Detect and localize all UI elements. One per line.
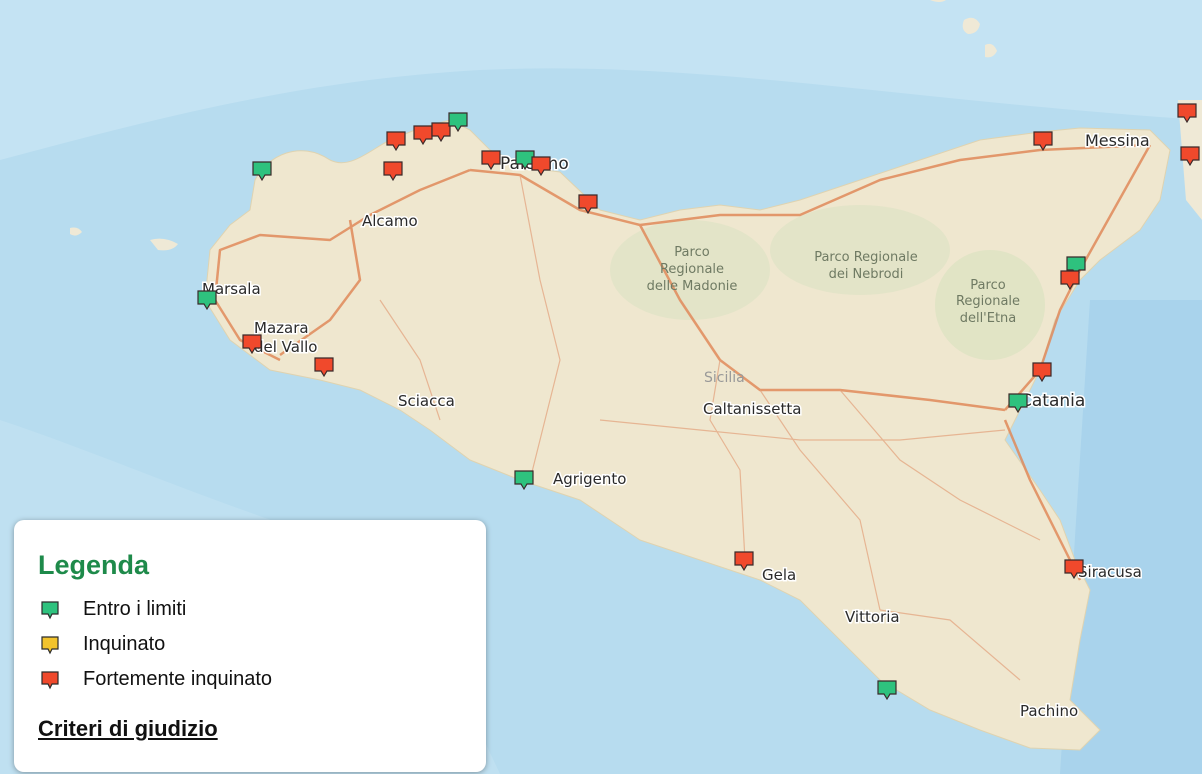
green-marker-icon [41,601,59,620]
criteria-link[interactable]: Criteri di giudizio [38,716,218,742]
legend-title: Legenda [38,550,150,580]
legend-panel: Legenda Entro i limiti Inquinato Forteme… [14,520,486,772]
place-caltanissetta: Caltanissetta [703,400,801,418]
legend-label-entro: Entro i limiti [83,598,187,620]
place-catania: Catania [1020,391,1085,411]
park-nebrodi-line1: Parco Regionale [814,250,918,265]
legend-label-inquinato: Inquinato [83,633,166,655]
park-madonie-line2: Regionale [660,262,724,277]
yellow-marker-icon [41,636,59,655]
place-siracusa: Siracusa [1078,563,1142,581]
place-mazara: Mazara [254,319,309,337]
red-marker-icon [41,671,59,690]
place-vittoria: Vittoria [845,608,900,626]
place-agrigento: Agrigento [553,470,626,488]
place-gela: Gela [762,566,796,584]
park-etna-line1: Parco [970,278,1005,293]
place-sciacca: Sciacca [398,392,455,410]
place-messina: Messina [1085,131,1150,150]
place-pachino: Pachino [1020,702,1078,720]
park-etna-line2: Regionale [956,294,1020,309]
legend-label-forte: Fortemente inquinato [83,668,273,690]
place-del-vallo: del Vallo [254,338,318,356]
park-nebrodi-line2: dei Nebrodi [829,267,904,282]
region-label: Sicilia [704,370,745,386]
park-madonie-line3: delle Madonie [647,279,738,294]
place-alcamo: Alcamo [362,212,418,230]
park-etna-line3: dell'Etna [960,311,1017,326]
park-madonie-line1: Parco [674,245,709,260]
